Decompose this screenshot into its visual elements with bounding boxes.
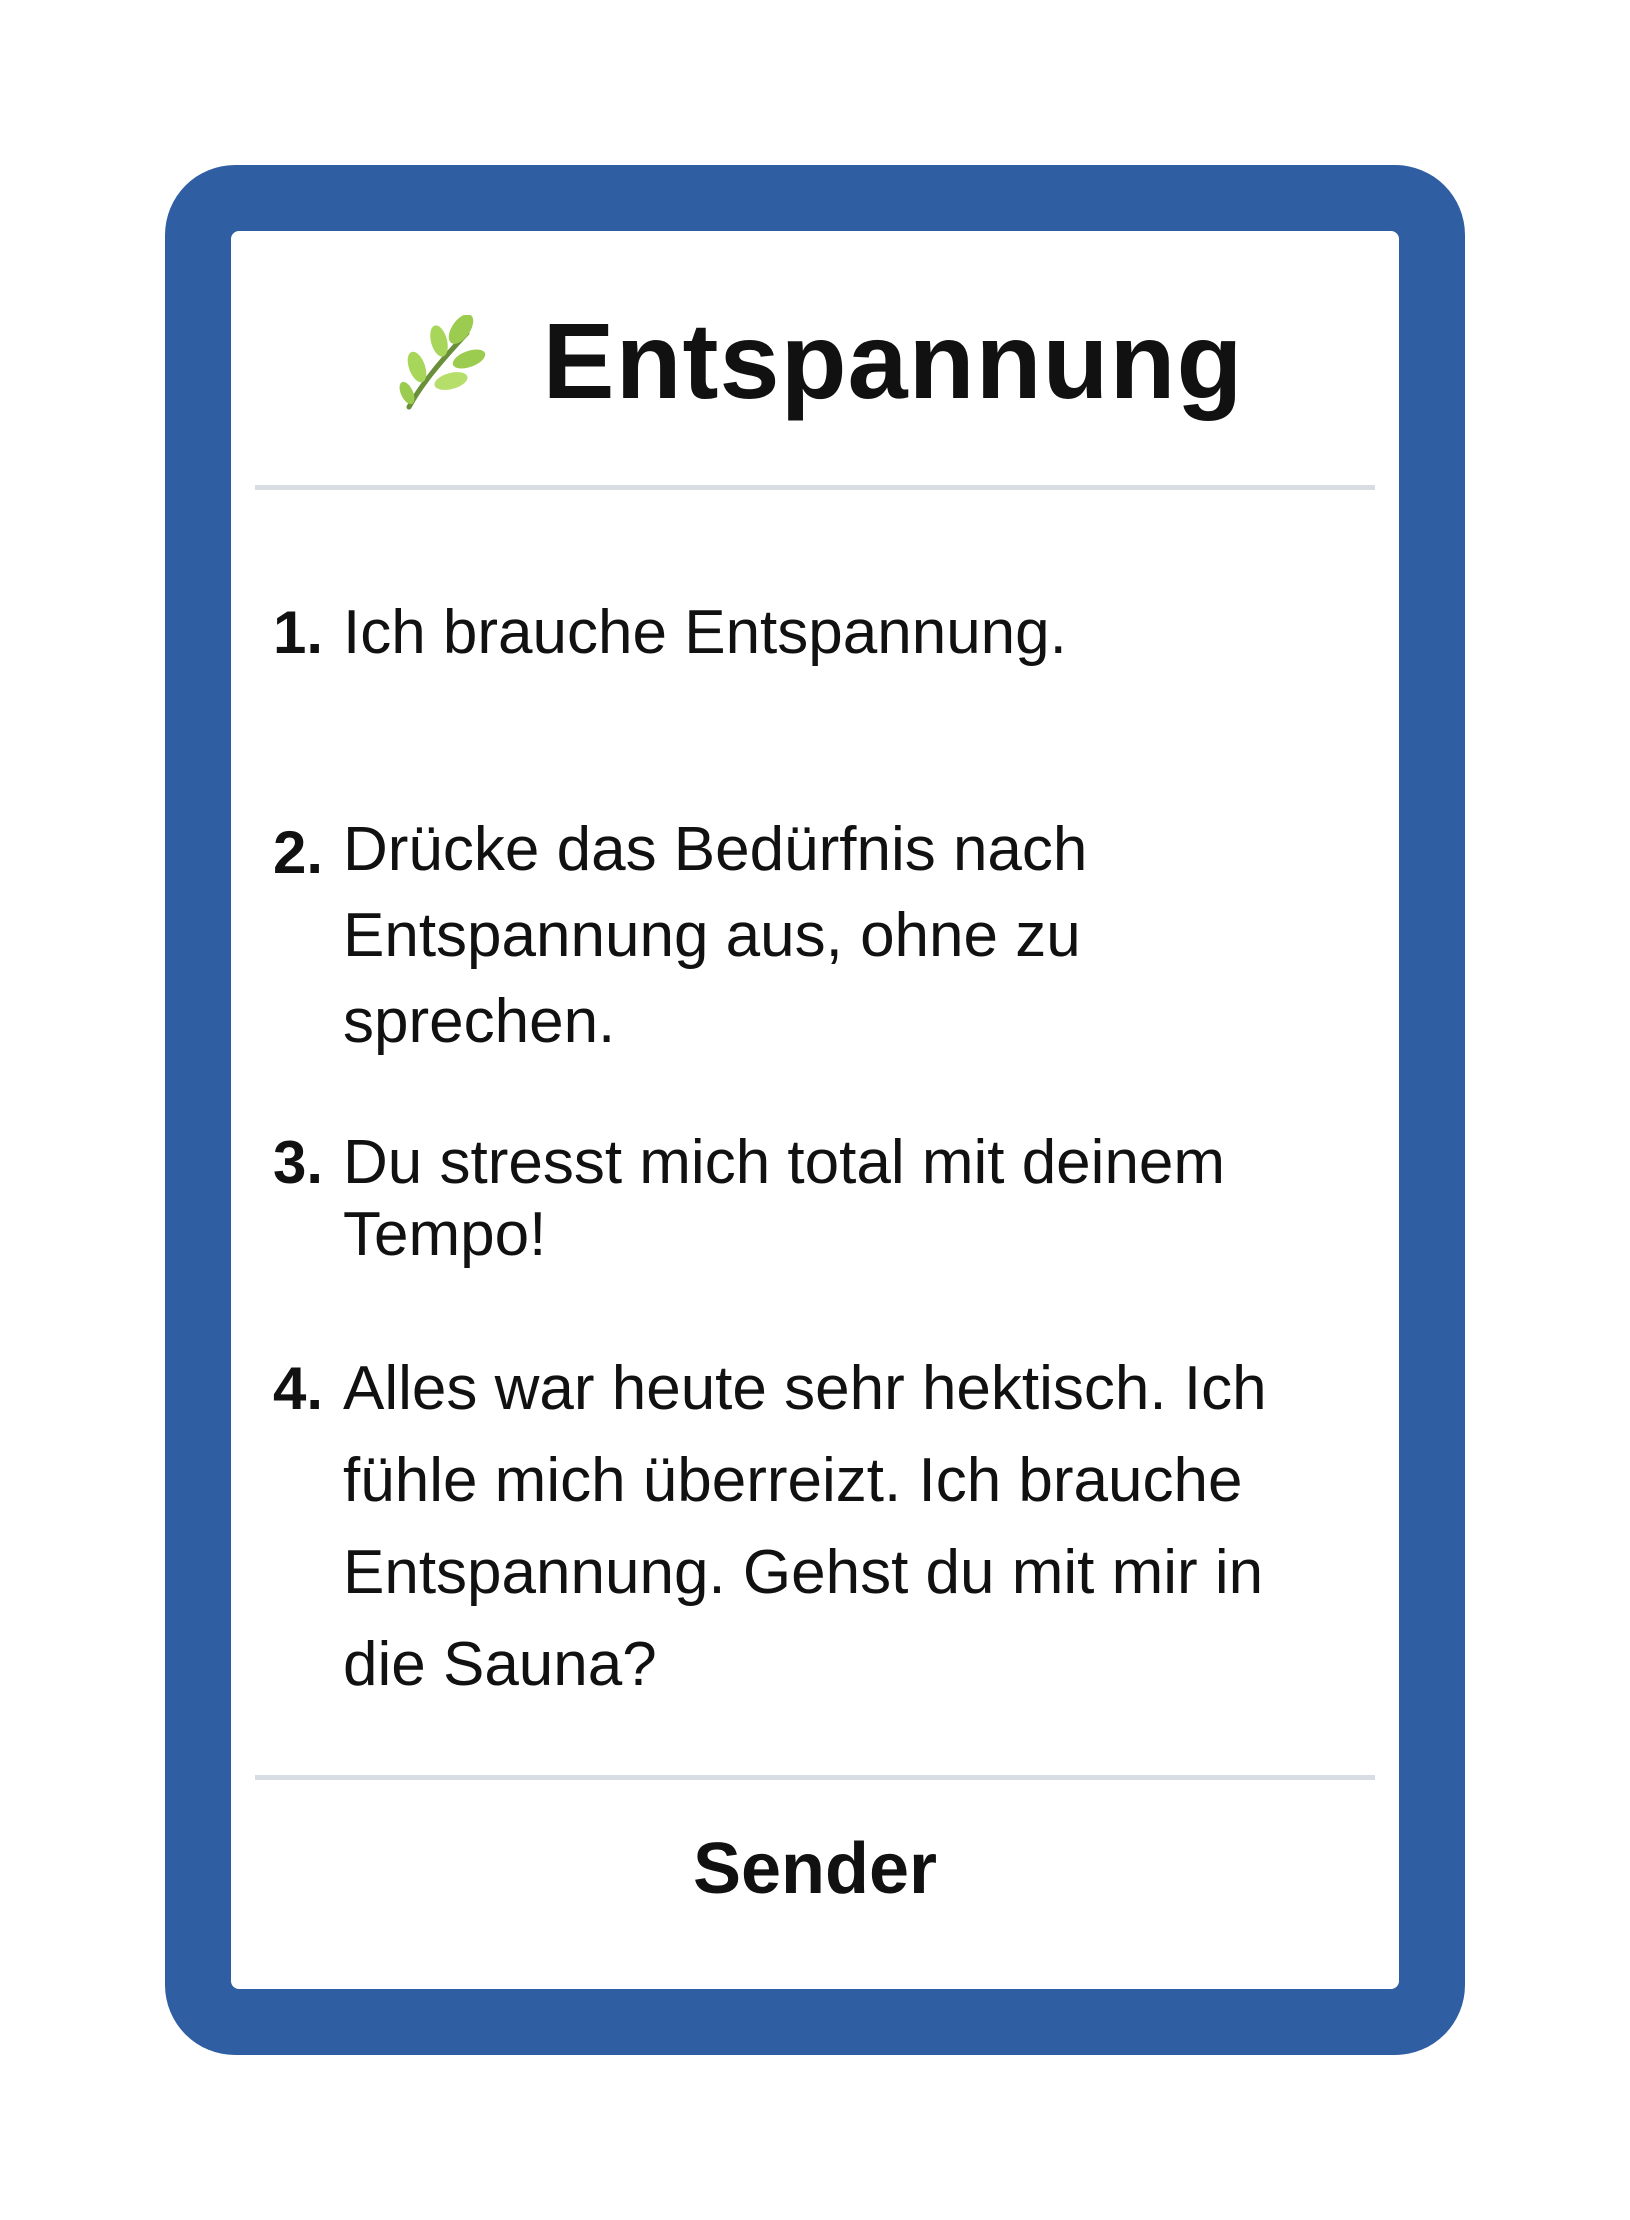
card-footer: Sender xyxy=(692,1829,938,1909)
item-number: 3. xyxy=(273,1129,324,1196)
herb-sprig-icon xyxy=(399,315,485,410)
item-number: 2. xyxy=(273,819,324,886)
item-number: 4. xyxy=(273,1355,324,1422)
list-item: 1. Ich brauche Entspannung. xyxy=(273,587,1359,679)
footer-divider xyxy=(255,1775,1375,1780)
card-body: Entspannung 1. Ich brauche Entspannung. … xyxy=(231,231,1399,1989)
list-item: 2. Drücke das Bedürfnis nach Entspannung… xyxy=(273,807,1359,1065)
header-divider xyxy=(255,485,1375,490)
item-text: Drücke das Bedürfnis nach Entspannung au… xyxy=(343,815,1088,1056)
item-text: Alles war heute sehr hektisch. Ich fühle… xyxy=(343,1354,1267,1699)
item-number: 1. xyxy=(273,599,324,666)
card-title: Entspannung xyxy=(542,300,1244,421)
list-item: 4. Alles war heute sehr hektisch. Ich fü… xyxy=(273,1343,1359,1711)
item-text: Ich brauche Entspannung. xyxy=(343,598,1067,667)
card-header: Entspannung xyxy=(231,231,1399,491)
card: Entspannung 1. Ich brauche Entspannung. … xyxy=(165,165,1465,2055)
list-item: 3. Du stresst mich total mit deinem Temp… xyxy=(273,1127,1359,1271)
item-text: Du stresst mich total mit deinem Tempo! xyxy=(343,1128,1226,1269)
